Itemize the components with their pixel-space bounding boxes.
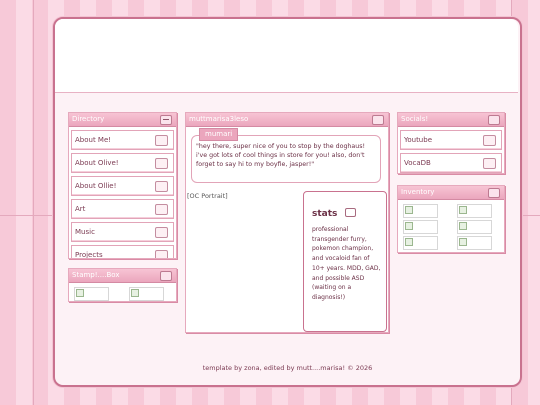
inventory-item bbox=[457, 220, 492, 234]
stamp-image bbox=[74, 287, 109, 301]
stats-heading: stats bbox=[312, 201, 356, 219]
inventory-header: Inventory bbox=[398, 186, 504, 200]
checkbox-icon bbox=[155, 158, 168, 169]
inventory-item bbox=[403, 236, 438, 250]
directory-panel: Directory About Me! About Olive! About O… bbox=[68, 112, 177, 259]
nav-about-me[interactable]: About Me! bbox=[71, 130, 174, 150]
stamp-image bbox=[129, 287, 164, 301]
stamp-panel: Stamp!....Box bbox=[68, 268, 177, 302]
socials-header: Socials! bbox=[398, 113, 504, 127]
nav-projects[interactable]: Projects bbox=[71, 245, 174, 259]
checkbox-icon bbox=[155, 181, 168, 192]
speaker-tag: mumari bbox=[199, 128, 239, 141]
nav-label: About Ollie! bbox=[75, 182, 117, 190]
minimize-icon[interactable] bbox=[160, 115, 172, 125]
inventory-item bbox=[457, 236, 492, 250]
nav-about-ollie[interactable]: About Ollie! bbox=[71, 176, 174, 196]
inventory-item bbox=[457, 204, 492, 218]
speech-text: "hey there, super nice of you to stop by… bbox=[196, 143, 366, 168]
socials-title: Socials! bbox=[401, 115, 429, 123]
checkbox-icon bbox=[483, 135, 496, 146]
nav-label: Art bbox=[75, 205, 86, 213]
social-label: Youtube bbox=[404, 136, 432, 144]
inventory-panel: Inventory bbox=[397, 185, 505, 253]
inventory-item bbox=[403, 220, 438, 234]
bg-grid-line bbox=[33, 0, 34, 405]
toggle-box[interactable] bbox=[372, 115, 384, 125]
nav-label: Music bbox=[75, 228, 95, 236]
inventory-item bbox=[403, 204, 438, 218]
stamp-header: Stamp!....Box bbox=[69, 269, 176, 283]
main-panel: muttmarisa3leso mumari "hey there, super… bbox=[185, 112, 389, 333]
social-label: VocaDB bbox=[404, 159, 431, 167]
checkbox-icon bbox=[155, 135, 168, 146]
checkbox-icon bbox=[483, 158, 496, 169]
stats-box: stats professional transgender furry, po… bbox=[303, 191, 387, 332]
stats-toggle-box[interactable] bbox=[344, 208, 356, 217]
stats-title: stats bbox=[312, 209, 338, 219]
toggle-box[interactable] bbox=[488, 188, 500, 198]
nav-label: About Olive! bbox=[75, 159, 119, 167]
checkbox-icon bbox=[155, 204, 168, 215]
inventory-title: Inventory bbox=[401, 188, 435, 196]
nav-label: About Me! bbox=[75, 136, 112, 144]
header-banner bbox=[55, 19, 518, 93]
social-vocadb[interactable]: VocaDB bbox=[400, 153, 502, 173]
nav-art[interactable]: Art bbox=[71, 199, 174, 219]
stats-text: professional transgender furry, pokemon … bbox=[312, 226, 381, 301]
main-header: muttmarisa3leso bbox=[186, 113, 388, 127]
toggle-box[interactable] bbox=[160, 271, 172, 281]
nav-music[interactable]: Music bbox=[71, 222, 174, 242]
stamp-title: Stamp!....Box bbox=[72, 271, 120, 279]
toggle-box[interactable] bbox=[488, 115, 500, 125]
oc-portrait: [OC Portrait] bbox=[187, 192, 228, 200]
directory-header: Directory bbox=[69, 113, 176, 127]
checkbox-icon bbox=[155, 250, 168, 258]
speech-bubble: mumari "hey there, super nice of you to … bbox=[191, 128, 381, 183]
directory-title: Directory bbox=[72, 115, 105, 123]
nav-label: Projects bbox=[75, 251, 103, 259]
nav-about-olive[interactable]: About Olive! bbox=[71, 153, 174, 173]
checkbox-icon bbox=[155, 227, 168, 238]
social-youtube[interactable]: Youtube bbox=[400, 130, 502, 150]
main-title: muttmarisa3leso bbox=[189, 115, 249, 123]
socials-panel: Socials! Youtube VocaDB bbox=[397, 112, 505, 174]
footer-credit: template by zona, edited by mutt....mari… bbox=[202, 364, 373, 372]
